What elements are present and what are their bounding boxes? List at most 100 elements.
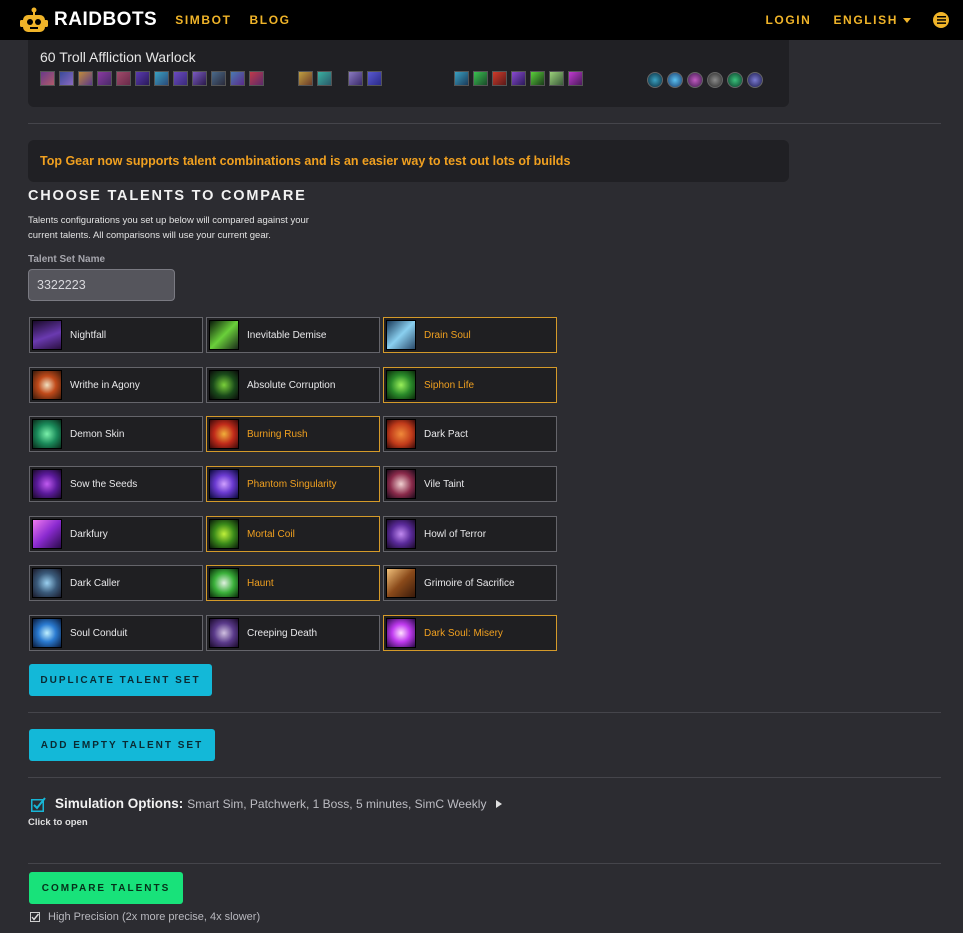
gear-slot-icon[interactable] [348,71,363,86]
gear-slot-icon[interactable] [59,71,74,86]
gear-slot-icon[interactable] [78,71,93,86]
gear-slot-icon[interactable] [116,71,131,86]
login-link[interactable]: LOGIN [765,13,811,27]
add-empty-talent-set-button[interactable]: ADD EMPTY TALENT SET [29,729,215,761]
writhe-in-agony-icon [32,370,62,400]
talent-summary-icon[interactable] [492,71,507,86]
talent-option-writhe-in-agony[interactable]: Writhe in Agony [29,367,203,403]
talent-option-dark-caller[interactable]: Dark Caller [29,565,203,601]
talent-option-sow-the-seeds[interactable]: Sow the Seeds [29,466,203,502]
simulation-options-toggle[interactable]: Simulation Options: Smart Sim, Patchwerk… [31,796,503,812]
gear-slot-icon[interactable] [97,71,112,86]
gear-slot-icon[interactable] [367,71,382,86]
talent-name: Mortal Coil [247,528,295,540]
talent-option-absolute-corruption[interactable]: Absolute Corruption [206,367,380,403]
soulbind-icon[interactable] [707,72,723,88]
talent-name: Siphon Life [424,379,475,391]
talent-option-burning-rush[interactable]: Burning Rush [206,416,380,452]
gear-slot-icon[interactable] [40,71,55,86]
talent-name: Absolute Corruption [247,379,336,391]
talent-option-haunt[interactable]: Haunt [206,565,380,601]
soulbind-icon[interactable] [747,72,763,88]
talent-name: Drain Soul [424,329,471,341]
talent-option-grimoire-of-sacrifice[interactable]: Grimoire of Sacrifice [383,565,557,601]
talent-option-mortal-coil[interactable]: Mortal Coil [206,516,380,552]
absolute-corruption-icon [209,370,239,400]
talent-option-nightfall[interactable]: Nightfall [29,317,203,353]
talent-name: Vile Taint [424,478,465,490]
high-precision-checkbox[interactable] [30,912,40,922]
talent-name: Writhe in Agony [70,379,140,391]
talent-option-darkfury[interactable]: Darkfury [29,516,203,552]
talent-option-demon-skin[interactable]: Demon Skin [29,416,203,452]
divider [28,777,941,778]
dark-soul-misery-icon [386,618,416,648]
talent-summary-icon[interactable] [549,71,564,86]
high-precision-option[interactable]: High Precision (2x more precise, 4x slow… [30,911,260,923]
high-precision-label: High Precision (2x more precise, 4x slow… [48,911,261,923]
soulbind-icon[interactable] [727,72,743,88]
talent-name: Dark Pact [424,428,468,440]
siphon-life-icon [386,370,416,400]
gear-slot-icon[interactable] [317,71,332,86]
talent-option-howl-of-terror[interactable]: Howl of Terror [383,516,557,552]
nav-simbot-link[interactable]: SIMBOT [175,13,231,27]
talent-name: Soul Conduit [70,627,128,639]
character-panel: 60 Troll Affliction Warlock [28,40,789,107]
divider [28,863,941,864]
gear-slot-icon[interactable] [173,71,188,86]
raidbots-robot-icon [20,6,48,34]
duplicate-talent-set-button[interactable]: DUPLICATE TALENT SET [29,664,212,696]
talent-option-dark-soul-misery[interactable]: Dark Soul: Misery [383,615,557,651]
talent-name: Howl of Terror [424,528,487,540]
compare-talents-button[interactable]: COMPARE TALENTS [29,872,183,904]
section-description: Talents configurations you set up below … [28,215,309,241]
talent-name: Phantom Singularity [247,478,337,490]
section-title: CHOOSE TALENTS TO COMPARE [28,188,307,204]
gear-icons [40,71,264,86]
logo-link[interactable]: RAIDBOTS [20,6,157,34]
talent-option-phantom-singularity[interactable]: Phantom Singularity [206,466,380,502]
talent-option-dark-pact[interactable]: Dark Pact [383,416,557,452]
talent-summary-icon[interactable] [454,71,469,86]
phantom-singularity-icon [209,469,239,499]
talent-option-inevitable-demise[interactable]: Inevitable Demise [206,317,380,353]
talent-option-siphon-life[interactable]: Siphon Life [383,367,557,403]
top-navbar: RAIDBOTS SIMBOT BLOG LOGIN ENGLISH [0,0,963,40]
talent-name: Dark Soul: Misery [424,627,503,639]
vile-taint-icon [386,469,416,499]
talent-set-name-label: Talent Set Name [28,254,106,265]
talent-option-vile-taint[interactable]: Vile Taint [383,466,557,502]
soulbind-icon[interactable] [667,72,683,88]
gear-icons-trinkets [298,71,332,86]
talent-option-creeping-death[interactable]: Creeping Death [206,615,380,651]
talent-name: Grimoire of Sacrifice [424,577,515,589]
talent-set-name-input[interactable] [28,269,175,301]
talent-summary-icon[interactable] [511,71,526,86]
gear-slot-icon[interactable] [154,71,169,86]
inevitable-demise-icon [209,320,239,350]
talent-summary-icon[interactable] [568,71,583,86]
language-dropdown[interactable]: ENGLISH [833,13,911,27]
gear-slot-icon[interactable] [211,71,226,86]
talent-option-soul-conduit[interactable]: Soul Conduit [29,615,203,651]
gear-slot-icon[interactable] [230,71,245,86]
talent-summary-icon[interactable] [473,71,488,86]
soulbind-icon[interactable] [687,72,703,88]
talent-option-drain-soul[interactable]: Drain Soul [383,317,557,353]
expand-arrow-icon [496,799,503,808]
talent-name: Demon Skin [70,428,125,440]
soulbind-icon[interactable] [647,72,663,88]
nightfall-icon [32,320,62,350]
darkfury-icon [32,519,62,549]
nav-blog-link[interactable]: BLOG [250,13,291,27]
covenant-soulbind-icons [647,72,763,88]
gear-slot-icon[interactable] [298,71,313,86]
talent-name: Darkfury [70,528,108,540]
menu-list-icon[interactable] [933,12,949,28]
gear-slot-icon[interactable] [135,71,150,86]
gear-slot-icon[interactable] [249,71,264,86]
talent-summary-icon[interactable] [530,71,545,86]
talent-summary-icons [454,71,583,86]
gear-slot-icon[interactable] [192,71,207,86]
